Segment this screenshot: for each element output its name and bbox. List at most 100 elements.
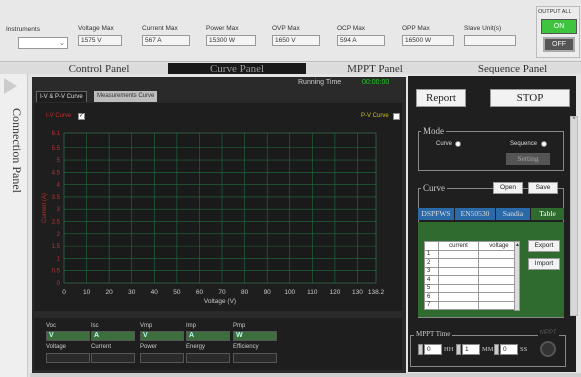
report-button[interactable]: Report [416, 89, 466, 107]
table-row[interactable]: 7 [424, 300, 521, 310]
tab-dspfws[interactable]: DSPFWS [418, 208, 454, 220]
y-tick-label: 2.5 [52, 220, 61, 226]
x-tick-label: 0 [62, 289, 66, 296]
hh-input[interactable]: 0 [424, 344, 442, 355]
mppt-label: MPPT [538, 330, 559, 336]
ss-stepper[interactable] [494, 344, 499, 355]
tab-sandia[interactable]: Sandia [496, 208, 530, 220]
y-tick-label: 2 [57, 232, 61, 238]
tab-mppt-panel[interactable]: MPPT Panel [306, 63, 444, 74]
mode-label: Mode [421, 126, 446, 136]
current-cell[interactable] [438, 300, 479, 310]
instrument-status-bar: Instruments ⌄ Voltage Max 1575 V Current… [0, 0, 581, 62]
table-row-index: 7 [424, 300, 439, 310]
power-max-value: 15300 W [206, 35, 256, 46]
current-cell[interactable] [438, 258, 479, 268]
measure-field-power [140, 353, 184, 363]
sequence-radio[interactable] [541, 141, 547, 147]
current-cell[interactable] [438, 283, 479, 293]
table-row[interactable]: 3 [424, 266, 521, 276]
x-tick-label: 10 [83, 289, 91, 296]
table-row[interactable]: 5 [424, 283, 521, 293]
ss-input[interactable]: 0 [500, 344, 518, 355]
mode-group [418, 131, 564, 171]
scroll-up-icon[interactable]: ▲ [515, 242, 520, 248]
table-row[interactable]: 6 [424, 292, 521, 302]
hh-stepper[interactable] [418, 344, 423, 355]
table-scrollbar[interactable]: ▲ [514, 241, 520, 311]
measure-label-current: Current [91, 344, 112, 350]
table-row[interactable]: 1 [424, 249, 521, 259]
panel-tab-bar: Control Panel Curve Panel MPPT Panel Seq… [0, 63, 581, 74]
table-row-index: 2 [424, 258, 439, 268]
ovp-max-value: 1650 V [272, 35, 320, 46]
measure-field-efficiency [233, 353, 277, 363]
mppt-toggle-knob[interactable] [540, 341, 556, 357]
measure-label-voc: Voc [46, 323, 57, 329]
table-row[interactable]: 4 [424, 275, 521, 285]
table-row[interactable]: 2 [424, 258, 521, 268]
output-off-button[interactable]: OFF [543, 37, 575, 52]
table-row-index: 3 [424, 266, 439, 276]
tab-en50530[interactable]: EN50530 [455, 208, 495, 220]
power-max-label: Power Max [206, 25, 239, 32]
save-button[interactable]: Save [528, 182, 558, 194]
table-header-index [424, 241, 439, 251]
x-tick-label: 30 [128, 289, 136, 296]
hh-label: HH [444, 346, 454, 353]
scroll-up-icon[interactable]: ^ [571, 117, 577, 123]
output-on-button[interactable]: ON [541, 19, 577, 34]
ocp-max-label: OCP Max [337, 25, 366, 32]
open-button[interactable]: Open [493, 182, 523, 194]
current-cell[interactable] [438, 249, 479, 259]
tab-control-panel[interactable]: Control Panel [30, 63, 168, 74]
current-cell[interactable] [438, 266, 479, 276]
measure-label-efficiency: Efficiency [233, 344, 259, 350]
measure-label-imp: Imp [186, 323, 197, 329]
table-row-index: 5 [424, 283, 439, 293]
y-tick-label: 3 [57, 207, 61, 213]
tab-iv-pv-curve[interactable]: I-V & P-V Curve [36, 91, 87, 102]
x-tick-label: 130 [352, 289, 363, 296]
y-tick-label: 5 [57, 158, 61, 164]
measure-value-imp: A [186, 331, 230, 341]
mm-stepper[interactable] [456, 344, 461, 355]
x-tick-label: 80 [241, 289, 249, 296]
right-panel-scrollbar[interactable]: ^ [570, 116, 578, 316]
x-tick-label: 90 [264, 289, 272, 296]
table-row-index: 6 [424, 292, 439, 302]
export-button[interactable]: Export [528, 240, 560, 252]
x-tick-label: 138.2 [368, 289, 385, 296]
ocp-max-value: 594 A [337, 35, 385, 46]
slave-units-label: Slave Unit(s) [464, 25, 502, 32]
instruments-select[interactable]: ⌄ [18, 37, 68, 49]
curve-radio[interactable] [455, 141, 461, 147]
expand-triangle-icon[interactable] [4, 78, 17, 94]
ss-label: SS [520, 346, 528, 353]
mm-input[interactable]: 1 [462, 344, 480, 355]
mm-label: MM [482, 346, 494, 353]
tab-sequence-panel[interactable]: Sequence Panel [444, 63, 581, 74]
measure-value-voc: V [46, 331, 90, 341]
tab-measurements-curve[interactable]: Measurements Curve [94, 91, 158, 102]
plot-area [63, 132, 377, 284]
x-tick-label: 60 [196, 289, 204, 296]
y-tick-label: 4.5 [52, 170, 61, 176]
x-tick-label: 70 [218, 289, 226, 296]
curve-table[interactable]: current voltage 1234567 [424, 241, 521, 310]
y-tick-label: 3.5 [52, 195, 61, 201]
voltage-max-value: 1575 V [78, 35, 122, 46]
measure-value-isc: A [91, 331, 135, 341]
mppt-time-label: MPPT Time [414, 330, 453, 338]
tab-table[interactable]: Table [531, 208, 564, 220]
y-tick-label: 1 [57, 256, 61, 262]
current-cell[interactable] [438, 275, 479, 285]
setting-button[interactable]: Setting [506, 153, 550, 165]
current-cell[interactable] [438, 292, 479, 302]
import-button[interactable]: Import [528, 258, 560, 270]
tab-curve-panel[interactable]: Curve Panel [168, 63, 306, 74]
stop-button[interactable]: STOP [490, 89, 570, 107]
x-axis-label: Voltage (V) [204, 298, 236, 305]
current-max-value: 567 A [142, 35, 190, 46]
output-all-label: OUTPUT ALL [538, 9, 572, 15]
